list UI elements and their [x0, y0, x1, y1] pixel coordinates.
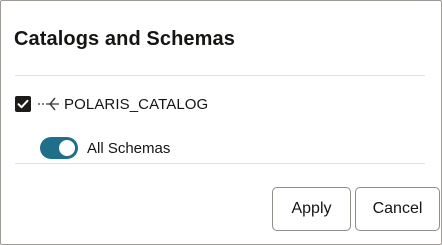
- catalog-checkbox[interactable]: [15, 96, 31, 112]
- cancel-button[interactable]: Cancel: [355, 187, 440, 231]
- clipped-content: [15, 61, 425, 69]
- catalog-name: POLARIS_CATALOG: [64, 95, 209, 113]
- bottom-divider: [15, 163, 425, 164]
- all-schemas-label: All Schemas: [87, 139, 171, 157]
- all-schemas-row: All Schemas: [40, 136, 170, 160]
- checkmark-icon: [17, 99, 29, 109]
- toggle-knob: [59, 140, 75, 156]
- catalogs-schemas-panel: Catalogs and Schemas POLARIS_CATALOG All…: [0, 0, 442, 245]
- catalog-row[interactable]: POLARIS_CATALOG: [15, 93, 208, 115]
- tree-collapse-icon[interactable]: [37, 96, 61, 112]
- all-schemas-toggle[interactable]: [40, 137, 78, 159]
- panel-title: Catalogs and Schemas: [14, 28, 235, 50]
- top-divider: [15, 75, 425, 76]
- apply-button[interactable]: Apply: [272, 187, 351, 231]
